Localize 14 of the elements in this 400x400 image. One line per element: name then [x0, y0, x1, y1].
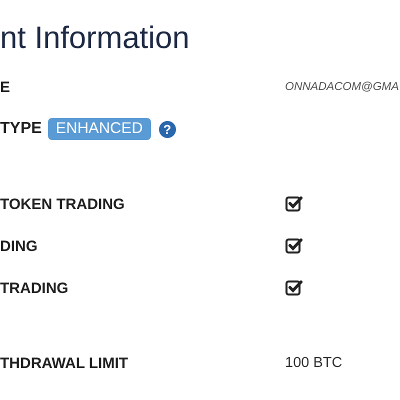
email-value: ONNADACOM@GMA: [285, 81, 399, 93]
field-label: TOKEN TRADING: [0, 196, 126, 212]
field-label: THDRAWAL LIMIT: [0, 354, 130, 372]
checked-checkbox[interactable]: [285, 237, 303, 255]
account-type-badge: ENHANCED: [48, 118, 151, 140]
field-label: DING: [0, 238, 38, 254]
field-label: TRADING: [0, 280, 70, 296]
page-title: nt Information: [0, 19, 191, 57]
checked-checkbox[interactable]: [285, 279, 303, 297]
field-value: 100 BTC: [285, 355, 342, 371]
field-label: TYPE: [0, 120, 42, 138]
field-label: E: [0, 78, 12, 96]
checked-checkbox[interactable]: [285, 195, 303, 213]
help-icon[interactable]: ?: [158, 120, 176, 138]
